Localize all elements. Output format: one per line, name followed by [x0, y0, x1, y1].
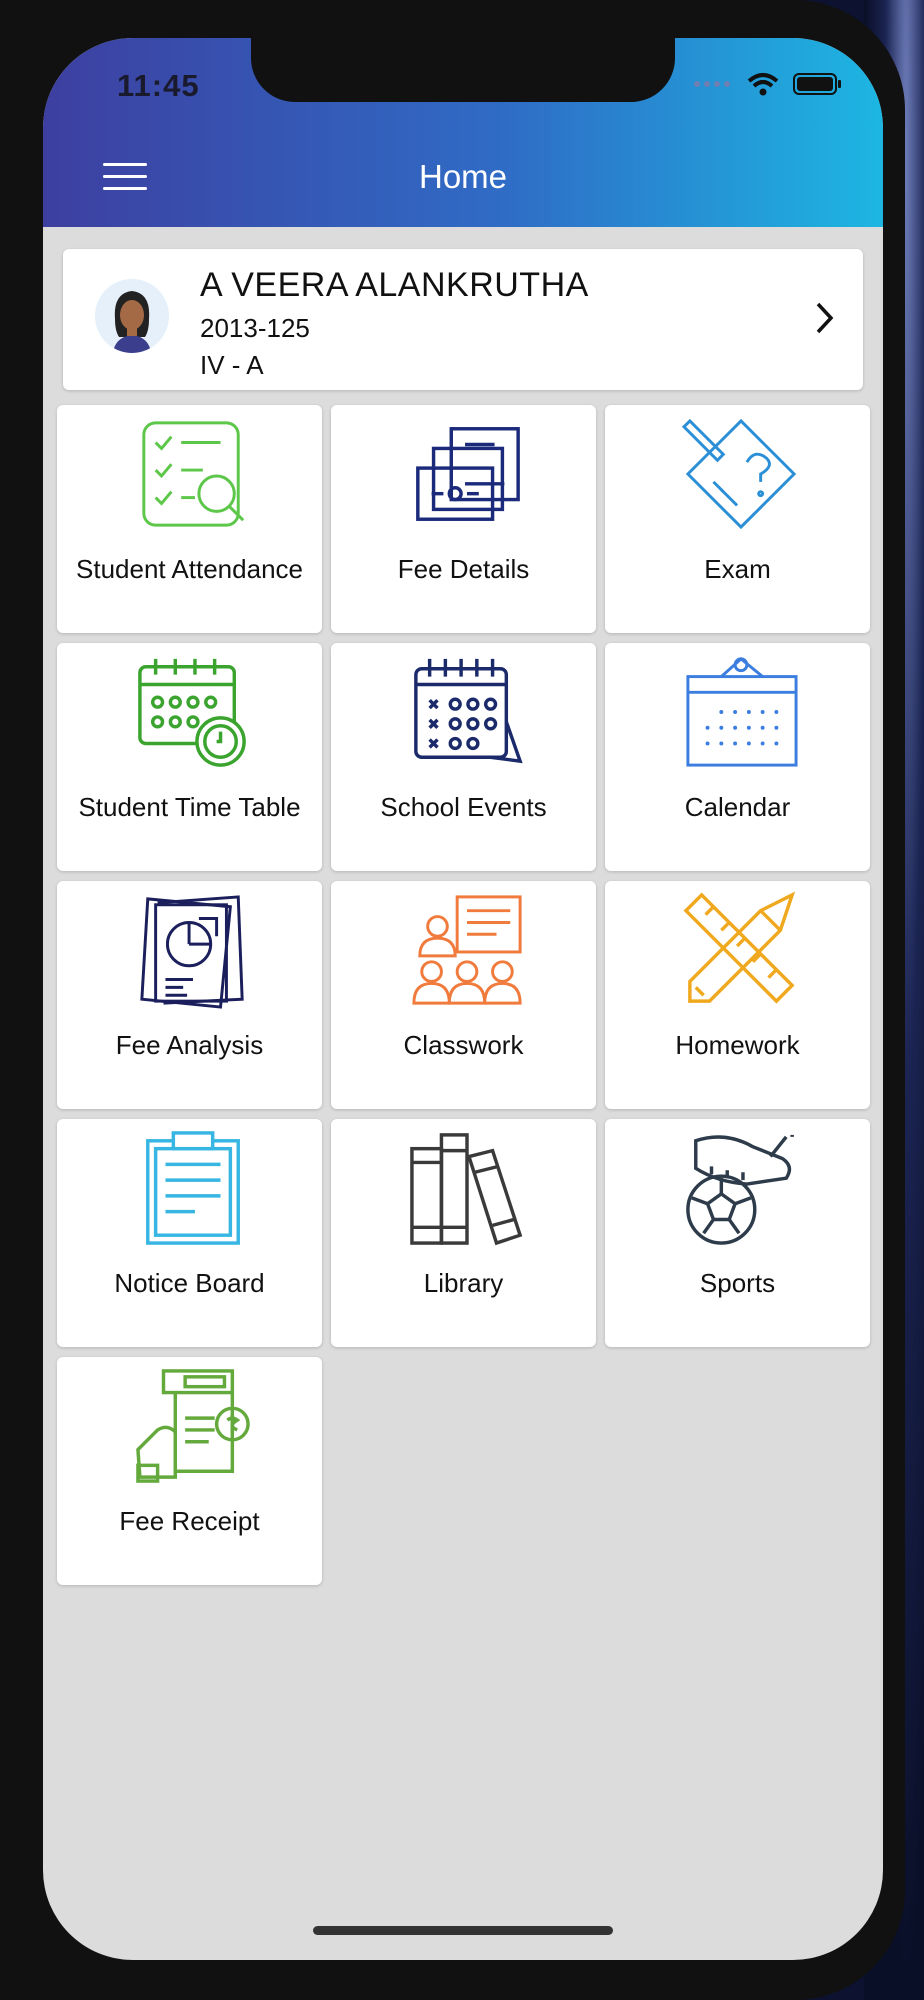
tile-notice-board[interactable]: Notice Board — [57, 1119, 322, 1347]
student-profile-card[interactable]: A VEERA ALANKRUTHA 2013-125 IV - A — [63, 249, 863, 390]
tile-classwork[interactable]: Classwork — [331, 881, 596, 1109]
tile-calendar[interactable]: Calendar — [605, 643, 870, 871]
calendar-clock-icon — [138, 658, 246, 767]
money-bills-icon — [416, 427, 520, 521]
student-id: 2013-125 — [200, 313, 310, 343]
books-icon — [410, 1133, 523, 1246]
tile-school-events[interactable]: School Events — [331, 643, 596, 871]
tile-label: Fee Analysis — [115, 1030, 264, 1060]
tile-label: Notice Board — [114, 1268, 265, 1298]
tile-label: Homework — [675, 1030, 800, 1060]
page-title: Home — [418, 158, 508, 195]
classroom-icon — [412, 895, 522, 1005]
receipt-hand-icon — [136, 1369, 250, 1483]
tile-fee-receipt[interactable]: Fee Receipt — [57, 1357, 322, 1585]
event-calendar-icon — [414, 658, 523, 764]
tile-student-time-table[interactable]: Student Time Table — [57, 643, 322, 871]
screen: 11:45 Home A VEERA ALANKRUTHA 2013-125 I… — [43, 38, 883, 1960]
tile-label: School Events — [380, 792, 547, 822]
tile-student-attendance[interactable]: Student Attendance — [57, 405, 322, 633]
clipboard-icon — [146, 1131, 240, 1245]
tile-label: Library — [423, 1268, 504, 1298]
status-time: 11:45 — [117, 68, 200, 103]
signal-icon — [694, 81, 730, 87]
tile-fee-details[interactable]: Fee Details — [331, 405, 596, 633]
pencil-ruler-icon — [683, 891, 796, 1004]
tile-label: Student Time Table — [78, 792, 301, 822]
tile-label: Calendar — [684, 792, 791, 822]
wifi-icon — [747, 73, 779, 96]
tile-label: Classwork — [403, 1030, 524, 1060]
student-avatar — [95, 279, 169, 353]
wall-calendar-icon — [686, 656, 798, 767]
tile-label: Sports — [699, 1268, 776, 1298]
tile-sports[interactable]: Sports — [605, 1119, 870, 1347]
exam-paper-icon — [682, 418, 797, 530]
chevron-right-icon — [816, 302, 834, 334]
attendance-checklist-icon — [142, 421, 245, 527]
notch — [251, 38, 675, 102]
student-name: A VEERA ALANKRUTHA — [200, 266, 589, 304]
tile-label: Exam — [704, 554, 771, 584]
battery-icon — [793, 73, 841, 95]
tile-label: Fee Details — [397, 554, 530, 584]
status-icons — [693, 72, 843, 96]
student-class: IV - A — [200, 350, 264, 380]
tile-library[interactable]: Library — [331, 1119, 596, 1347]
tile-fee-analysis[interactable]: Fee Analysis — [57, 881, 322, 1109]
home-indicator[interactable] — [313, 1926, 613, 1935]
football-boot-icon — [686, 1134, 794, 1245]
tile-label: Student Attendance — [76, 554, 303, 584]
tile-homework[interactable]: Homework — [605, 881, 870, 1109]
app-header: 11:45 Home — [43, 38, 883, 227]
tile-label: Fee Receipt — [119, 1506, 260, 1536]
tile-exam[interactable]: Exam — [605, 405, 870, 633]
pie-chart-report-icon — [140, 895, 244, 1009]
phone-frame: 11:45 Home A VEERA ALANKRUTHA 2013-125 I… — [0, 0, 905, 2000]
